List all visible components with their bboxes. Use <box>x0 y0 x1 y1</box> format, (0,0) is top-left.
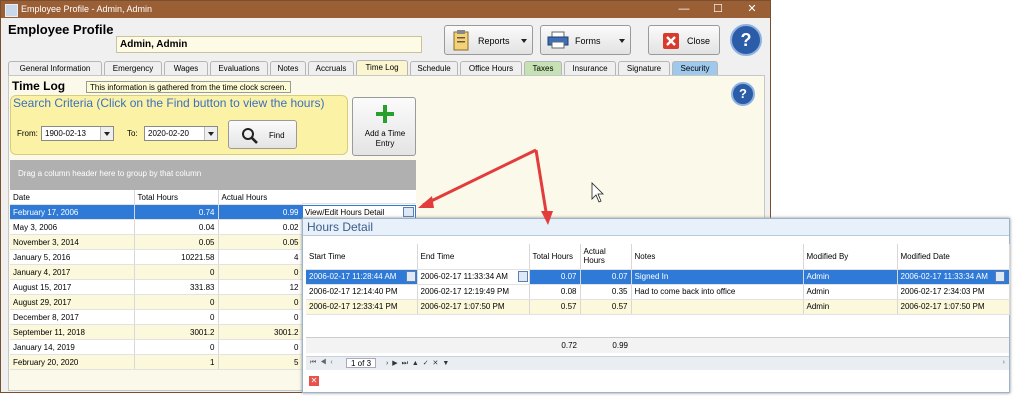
tab-accruals[interactable]: Accruals <box>308 61 354 76</box>
table-row[interactable]: 2006-02-17 12:14:40 PM 2006-02-17 12:19:… <box>306 284 1010 300</box>
tab-time-log[interactable]: Time Log <box>356 60 408 76</box>
window-title: Employee Profile - Admin, Admin <box>21 4 153 14</box>
column-header-modified-date[interactable]: Modified Date <box>897 244 1010 270</box>
tab-evaluations[interactable]: Evaluations <box>210 61 268 76</box>
add-time-entry-button[interactable]: Add a Time Entry <box>352 97 416 156</box>
first-prev-page-buttons[interactable]: ⏮ ◀ ‹ <box>310 359 334 367</box>
table-row[interactable]: September 11, 2018 3001.2 3001.2 <box>10 324 303 340</box>
panel-help-button[interactable]: ? <box>731 82 755 106</box>
chevron-down-icon[interactable] <box>100 127 113 140</box>
column-header-date[interactable]: Date <box>10 190 135 205</box>
table-row[interactable]: 2006-02-17 12:33:41 PM 2006-02-17 1:07:5… <box>306 299 1010 315</box>
tab-strip: General Information Emergency Wages Eval… <box>8 60 768 76</box>
tab-wages[interactable]: Wages <box>164 61 208 76</box>
table-row[interactable]: January 14, 2019 0 0 <box>10 339 303 355</box>
chevron-down-icon[interactable] <box>406 271 416 282</box>
tab-general-information[interactable]: General Information <box>8 61 102 76</box>
table-row[interactable]: August 29, 2017 0 0 <box>10 294 303 310</box>
detail-column-header <box>302 190 416 204</box>
find-button[interactable]: Find <box>228 120 297 149</box>
tab-office-hours[interactable]: Office Hours <box>460 61 522 76</box>
chevron-down-icon[interactable] <box>204 127 217 140</box>
add-time-entry-label: Add a Time Entry <box>364 129 406 148</box>
page-indicator: 1 of 3 <box>346 358 377 368</box>
sum-total-hours: 0.72 <box>561 341 577 350</box>
maximize-button[interactable]: ☐ <box>701 1 735 18</box>
table-row[interactable]: November 3, 2014 0.05 0.05 <box>10 234 303 250</box>
forms-label: Forms <box>575 36 601 46</box>
reports-button[interactable]: Reports <box>444 25 533 55</box>
table-row[interactable]: December 8, 2017 0 0 <box>10 309 303 325</box>
table-row[interactable]: May 3, 2006 0.04 0.02 <box>10 219 303 235</box>
to-date-field[interactable]: 2020-02-20 <box>144 126 218 141</box>
page-title: Employee Profile <box>8 22 114 37</box>
tab-security[interactable]: Security <box>672 61 718 76</box>
employee-name-field: Admin, Admin <box>116 36 422 53</box>
table-row[interactable]: February 20, 2020 1 5 <box>10 354 303 370</box>
chevron-down-icon[interactable] <box>995 271 1005 282</box>
chevron-down-icon[interactable] <box>518 271 528 282</box>
column-header-actual-hours[interactable]: Actual Hours <box>218 190 303 205</box>
tab-emergency[interactable]: Emergency <box>104 61 162 76</box>
close-icon[interactable]: ✕ <box>309 376 319 386</box>
hours-detail-panel: Hours Detail Start Time End Time Total H… <box>302 218 1010 393</box>
table-row[interactable]: August 15, 2017 331.83 12 <box>10 279 303 295</box>
close-window-button[interactable]: ✕ <box>735 1 769 18</box>
close-button[interactable]: Close <box>648 25 720 55</box>
info-tooltip: This information is gathered from the ti… <box>86 81 291 93</box>
sum-actual-hours: 0.99 <box>612 341 628 350</box>
column-header-notes[interactable]: Notes <box>631 244 804 270</box>
table-row[interactable]: February 17, 2006 0.74 0.99 <box>10 204 303 220</box>
view-edit-hours-detail-cell[interactable]: View/Edit Hours Detail <box>302 205 416 219</box>
close-label: Close <box>687 36 711 46</box>
tab-insurance[interactable]: Insurance <box>564 61 616 76</box>
tab-taxes[interactable]: Taxes <box>524 61 562 76</box>
chevron-down-icon[interactable] <box>403 207 414 217</box>
next-last-page-buttons[interactable]: › ▶ ⏭ ▲ ✓ ✕ ▼ <box>386 359 450 368</box>
to-label: To: <box>127 129 138 138</box>
column-header-modified-by[interactable]: Modified By <box>803 244 898 270</box>
tab-notes[interactable]: Notes <box>270 61 306 76</box>
chevron-down-icon <box>619 39 625 43</box>
clipboard-icon <box>453 30 469 51</box>
pager-bar: ⏮ ◀ ‹ 1 of 3 › ▶ ⏭ ▲ ✓ ✕ ▼ › <box>306 356 1009 370</box>
from-date-field[interactable]: 1900-02-13 <box>41 126 114 141</box>
app-icon <box>5 4 18 17</box>
forms-button[interactable]: Forms <box>540 25 631 55</box>
hours-detail-title: Hours Detail <box>303 219 1009 236</box>
help-button[interactable]: ? <box>730 24 762 56</box>
search-icon <box>242 128 258 144</box>
tab-schedule[interactable]: Schedule <box>410 61 458 76</box>
table-row[interactable]: January 4, 2017 0 0 <box>10 264 303 280</box>
printer-icon <box>547 31 569 49</box>
search-criteria-title: Search Criteria (Click on the Find butto… <box>13 96 325 110</box>
column-header-actual-hours[interactable]: Actual Hours <box>580 244 632 270</box>
time-log-grid: Date Total Hours Actual Hours February 17,… <box>10 190 303 370</box>
time-log-title: Time Log <box>12 79 66 93</box>
group-by-area[interactable]: Drag a column header here to group by th… <box>10 160 416 190</box>
chevron-down-icon <box>521 39 527 43</box>
find-label: Find <box>269 131 285 140</box>
table-row[interactable]: January 5, 2016 10221.58 4 <box>10 249 303 265</box>
scroll-right-arrow[interactable]: › <box>1003 359 1005 366</box>
column-header-start-time[interactable]: Start Time <box>306 244 418 270</box>
title-bar[interactable]: Employee Profile - Admin, Admin — ☐ ✕ <box>1 1 770 18</box>
column-header-total-hours[interactable]: Total Hours <box>134 190 219 205</box>
tab-signature[interactable]: Signature <box>618 61 670 76</box>
column-header-total-hours[interactable]: Total Hours <box>529 244 581 270</box>
view-edit-hours-detail-link[interactable]: View/Edit Hours Detail <box>305 208 384 217</box>
reports-label: Reports <box>478 36 510 46</box>
summary-row: 0.72 0.99 <box>306 337 1009 353</box>
close-icon <box>663 33 679 49</box>
from-label: From: <box>17 129 38 138</box>
column-header-end-time[interactable]: End Time <box>417 244 530 270</box>
minimize-button[interactable]: — <box>667 1 701 18</box>
plus-icon <box>376 105 394 123</box>
